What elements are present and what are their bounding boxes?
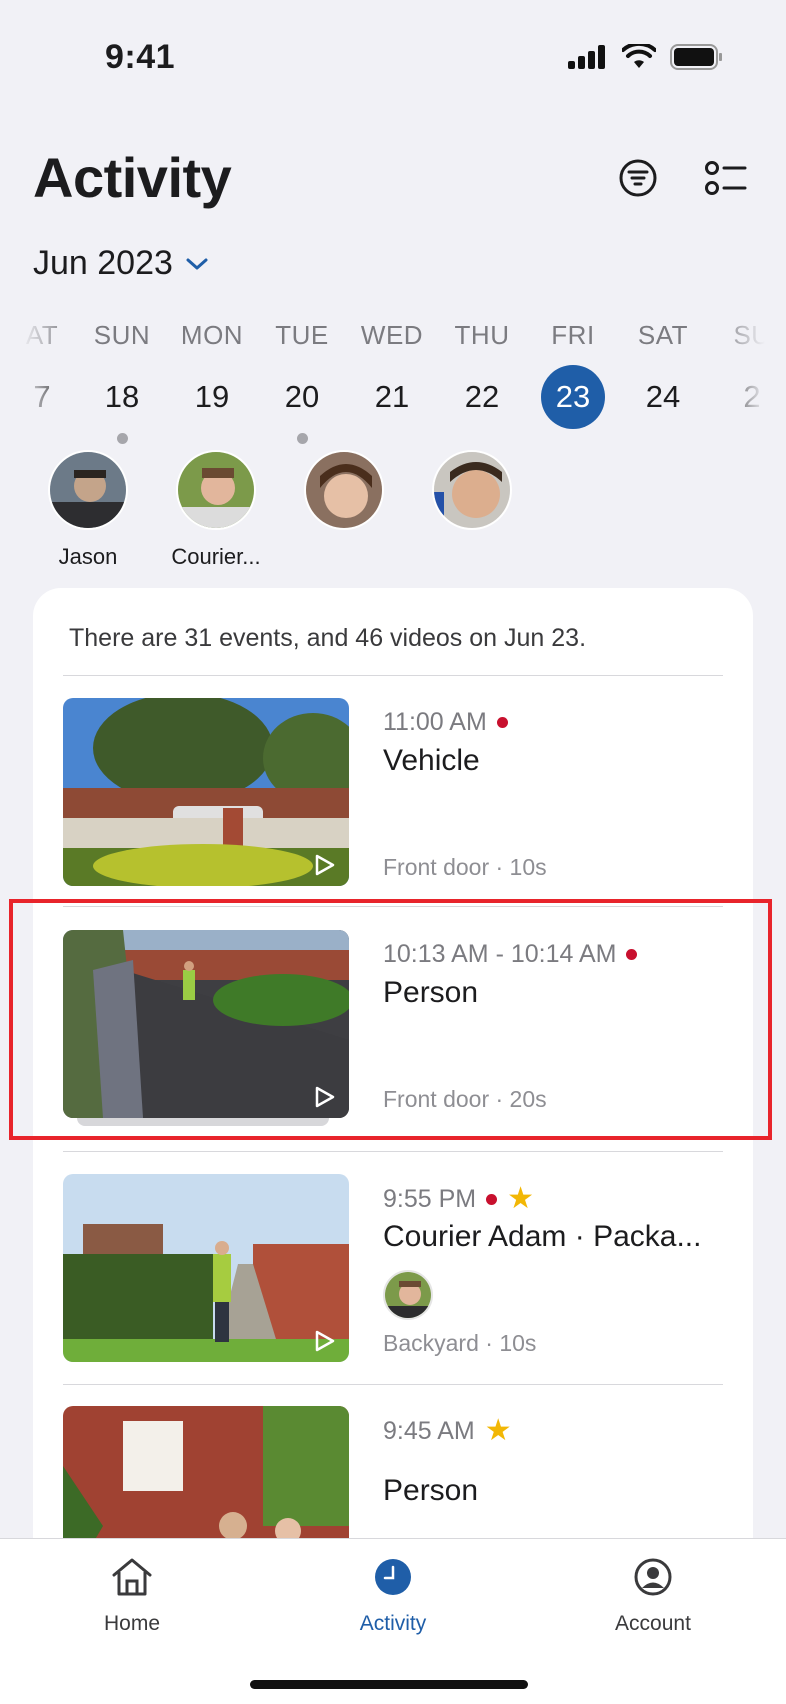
event-title: Courier Adam · Packa...: [383, 1220, 702, 1253]
divider: [63, 1151, 723, 1152]
face-item[interactable]: [407, 450, 537, 544]
event-dot: [296, 433, 308, 444]
events-summary: There are 31 events, and 46 videos on Ju…: [69, 624, 587, 652]
scroll-fade-left: [0, 320, 70, 420]
star-icon: ★: [507, 1182, 535, 1215]
event-item[interactable]: 11:00 AM Vehicle Front door · 10s: [63, 698, 723, 888]
avatar: [48, 450, 128, 530]
tab-account[interactable]: Account: [573, 1557, 733, 1636]
avatar: [176, 450, 256, 530]
clock-icon: [375, 1559, 411, 1595]
event-dot: [116, 433, 128, 444]
event-title: Person: [383, 1474, 479, 1507]
event-time: 9:45 AM ★: [383, 1414, 512, 1447]
event-item[interactable]: 9:55 PM ★ Courier Adam · Packa... Backyar…: [63, 1174, 723, 1364]
month-selector[interactable]: Jun 2023: [33, 244, 209, 283]
face-item[interactable]: [279, 450, 409, 544]
chevron-down-icon: [186, 258, 208, 269]
tab-label: Activity: [359, 1612, 427, 1635]
page-title: Activity: [33, 146, 232, 209]
avatar: [304, 450, 384, 530]
month-label: Jun 2023: [33, 244, 173, 282]
scroll-fade-right: [716, 320, 786, 420]
event-thumbnail[interactable]: [63, 1174, 349, 1362]
play-icon: [315, 1330, 335, 1352]
day-item[interactable]: WED 21: [352, 320, 432, 429]
face-name: Courier...: [171, 544, 261, 569]
face-item[interactable]: Courier...: [151, 450, 281, 570]
day-item-selected[interactable]: FRI 23: [533, 320, 613, 429]
event-title: Vehicle: [383, 744, 480, 777]
person-avatar: [383, 1270, 433, 1320]
divider: [63, 1384, 723, 1385]
battery-icon: [670, 44, 722, 70]
divider: [63, 675, 723, 676]
faces-row: Jason Courier...: [0, 450, 786, 570]
day-strip: AT7 SUN18 MON19 TUE20 WED21 THU22 FRI23 …: [0, 320, 786, 444]
tab-label: Account: [615, 1612, 691, 1635]
face-item[interactable]: Jason: [23, 450, 153, 570]
wifi-icon: [622, 44, 656, 68]
recording-dot: [496, 717, 508, 728]
tab-activity[interactable]: Activity: [313, 1557, 473, 1636]
event-time: 9:55 PM ★: [383, 1182, 535, 1215]
day-item[interactable]: TUE 20: [262, 320, 342, 444]
status-icons: [568, 44, 724, 70]
play-icon: [315, 854, 335, 876]
event-meta: Backyard · 10s: [383, 1330, 537, 1356]
day-item[interactable]: SAT 24: [623, 320, 703, 429]
filter-icon: [619, 159, 657, 197]
day-item[interactable]: MON 19: [172, 320, 252, 429]
face-name: Jason: [58, 544, 118, 569]
home-indicator: [250, 1680, 528, 1689]
event-time: 11:00 AM: [383, 708, 508, 737]
status-time: 9:41: [105, 38, 176, 76]
event-thumbnail[interactable]: [63, 698, 349, 886]
filter-button[interactable]: [610, 150, 666, 206]
recording-dot: [486, 1193, 498, 1205]
highlight-box: [9, 899, 772, 1140]
status-bar: 9:41: [0, 0, 786, 110]
tab-home[interactable]: Home: [52, 1557, 212, 1636]
event-meta: Front door · 10s: [383, 854, 547, 880]
account-icon: [634, 1558, 672, 1596]
day-item[interactable]: SUN 18: [82, 320, 162, 444]
star-icon: ★: [484, 1414, 512, 1447]
home-icon: [112, 1558, 152, 1596]
signal-icon: [568, 45, 605, 69]
list-view-button[interactable]: [698, 150, 754, 206]
list-icon: [705, 161, 747, 195]
tab-label: Home: [103, 1612, 161, 1635]
avatar: [432, 450, 512, 530]
day-item[interactable]: THU 22: [442, 320, 522, 429]
